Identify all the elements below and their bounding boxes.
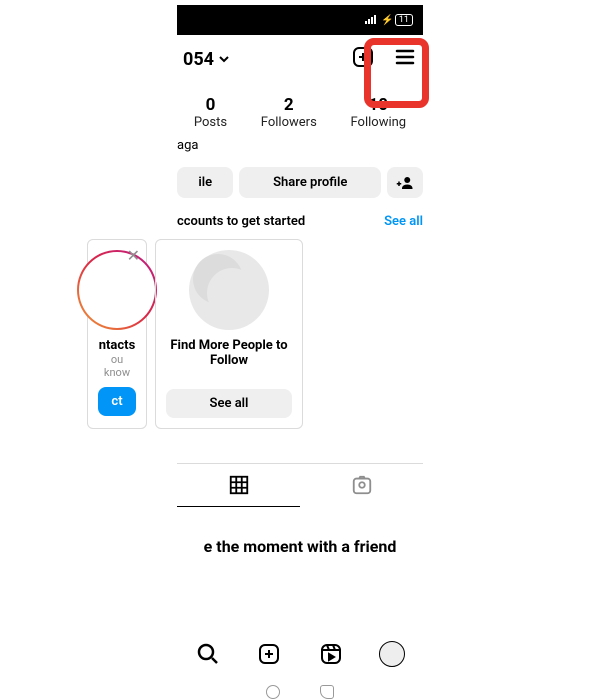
findmore-avatar	[189, 250, 269, 330]
close-icon[interactable]: ✕	[127, 246, 140, 265]
card-subtitle	[228, 368, 231, 381]
status-bar: ⚡ 11	[177, 5, 423, 35]
nav-search-icon[interactable]	[195, 641, 221, 667]
empty-state-title: e the moment with a friend	[177, 507, 423, 564]
see-all-link[interactable]: See all	[384, 214, 423, 229]
avatar	[379, 641, 405, 667]
chevron-down-icon	[218, 49, 230, 70]
bio-name: aga	[177, 134, 423, 161]
card-title: Find More People to Follow	[166, 338, 292, 368]
system-circle-icon[interactable]	[266, 685, 280, 699]
tab-tagged[interactable]	[300, 464, 423, 507]
card-title: ntacts	[99, 338, 136, 353]
connect-button[interactable]: ct	[98, 387, 136, 416]
battery-icon: ⚡ 11	[381, 14, 413, 26]
posts-label: Posts	[194, 115, 227, 130]
posts-count: 0	[194, 95, 227, 115]
followers-count: 2	[261, 95, 317, 115]
nav-create-icon[interactable]	[256, 641, 282, 667]
system-back-icon[interactable]	[320, 685, 334, 699]
profile-tabs	[177, 463, 423, 507]
stat-posts[interactable]: 0 Posts	[194, 95, 227, 130]
discover-header: ccounts to get started See all	[177, 204, 423, 235]
card-subtitle: ou know	[98, 353, 136, 379]
profile-stats: 0 Posts 2 Followers 10 Following	[177, 83, 423, 134]
suggestion-card-contacts: ✕ ntacts ou know ct	[87, 239, 147, 429]
see-all-button[interactable]: See all	[166, 389, 292, 418]
profile-header: 054	[177, 35, 423, 83]
share-profile-button[interactable]: Share profile	[239, 167, 381, 198]
system-nav-bar	[240, 685, 360, 689]
hamburger-menu-icon[interactable]	[393, 45, 417, 73]
username-text: 054	[183, 49, 214, 70]
signal-icon	[365, 14, 377, 27]
edit-profile-button[interactable]: ile	[177, 167, 233, 198]
suggestion-card-findmore: Find More People to Follow See all	[155, 239, 303, 429]
suggestion-cards: ✕ ntacts ou know ct Find More People to …	[177, 235, 423, 433]
following-count: 10	[351, 95, 407, 115]
contacts-avatar	[77, 250, 157, 330]
following-label: Following	[351, 115, 407, 130]
username-switcher[interactable]: 054	[183, 49, 230, 70]
followers-label: Followers	[261, 115, 317, 130]
bottom-nav	[177, 633, 423, 675]
profile-actions: ile Share profile	[177, 161, 423, 204]
create-post-icon[interactable]	[351, 45, 375, 73]
discover-title: ccounts to get started	[177, 214, 305, 229]
battery-level: 11	[395, 14, 413, 26]
nav-reels-icon[interactable]	[318, 641, 344, 667]
nav-profile-icon[interactable]	[379, 641, 405, 667]
stat-followers[interactable]: 2 Followers	[261, 95, 317, 130]
discover-people-button[interactable]	[387, 167, 423, 198]
tab-grid[interactable]	[177, 464, 300, 507]
stat-following[interactable]: 10 Following	[351, 95, 407, 130]
phone-screen: ⚡ 11 054 0 Posts 2 Followers	[177, 5, 423, 695]
